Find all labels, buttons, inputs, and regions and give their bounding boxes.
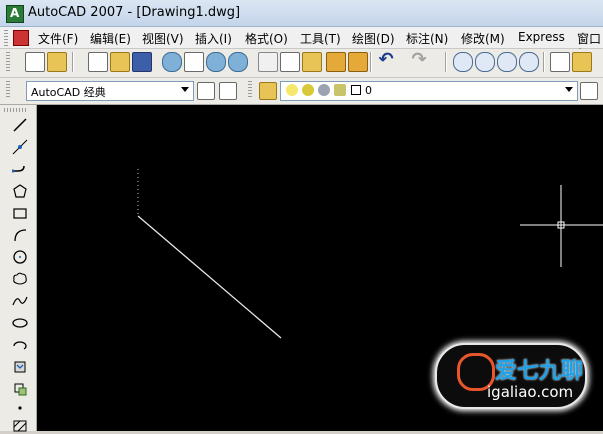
window-title: AutoCAD 2007 - [Drawing1.dwg] bbox=[28, 5, 241, 20]
standard-toolbar-grip[interactable] bbox=[6, 52, 10, 72]
3d-dwf-icon[interactable] bbox=[228, 52, 248, 72]
menubar-grip[interactable] bbox=[4, 30, 8, 46]
menu-modify[interactable]: 修改(M) bbox=[461, 30, 505, 47]
plot-icon[interactable] bbox=[162, 52, 182, 72]
construction-line-icon[interactable] bbox=[12, 139, 28, 155]
workspace-save-icon[interactable] bbox=[219, 82, 237, 100]
make-object-layer-current-icon[interactable] bbox=[580, 82, 598, 100]
workspace-select[interactable]: AutoCAD 经典 bbox=[26, 81, 194, 101]
draw-toolbar-grip[interactable] bbox=[4, 108, 28, 112]
chevron-down-icon bbox=[181, 87, 189, 92]
redo-icon[interactable]: ↷ bbox=[410, 51, 428, 70]
block-editor-icon[interactable] bbox=[348, 52, 368, 72]
undo-icon[interactable]: ↶ bbox=[377, 51, 395, 70]
workspace-settings-icon[interactable] bbox=[197, 82, 215, 100]
menu-tools[interactable]: 工具(T) bbox=[300, 30, 341, 47]
toolbar-separator bbox=[445, 52, 447, 72]
menu-edit[interactable]: 编辑(E) bbox=[90, 30, 131, 47]
watermark-url: igaliao.com bbox=[487, 383, 574, 401]
workspace-toolbar-grip[interactable] bbox=[6, 81, 10, 99]
layer-toolbar-grip[interactable] bbox=[248, 81, 252, 99]
menu-insert[interactable]: 插入(I) bbox=[195, 30, 232, 47]
new-icon[interactable] bbox=[88, 52, 108, 72]
plot-preview-icon[interactable] bbox=[184, 52, 204, 72]
publish-icon[interactable] bbox=[206, 52, 226, 72]
layer-thaw-sun-icon bbox=[302, 84, 314, 96]
hatch-icon[interactable] bbox=[12, 418, 28, 434]
copy-icon[interactable] bbox=[280, 52, 300, 72]
properties-icon[interactable] bbox=[550, 52, 570, 72]
sheet-set-icon[interactable] bbox=[25, 52, 45, 72]
line-icon[interactable] bbox=[12, 117, 28, 133]
polygon-icon[interactable] bbox=[12, 183, 28, 199]
ellipse-arc-icon[interactable] bbox=[12, 337, 28, 353]
open-icon[interactable] bbox=[110, 52, 130, 72]
match-properties-icon[interactable] bbox=[326, 52, 346, 72]
workspace-select-value: AutoCAD 经典 bbox=[31, 86, 106, 99]
menu-express[interactable]: Express bbox=[518, 30, 565, 44]
save-icon[interactable] bbox=[132, 52, 152, 72]
layer-on-bulb-icon bbox=[286, 84, 298, 96]
make-block-icon[interactable] bbox=[12, 381, 28, 397]
layer-manager-icon[interactable] bbox=[259, 82, 277, 100]
layer-lock-icon bbox=[334, 84, 346, 96]
polyline-icon[interactable] bbox=[12, 161, 28, 177]
drawn-line-segment[interactable] bbox=[137, 215, 282, 339]
design-center-icon[interactable] bbox=[572, 52, 592, 72]
point-icon[interactable] bbox=[12, 400, 28, 416]
chevron-down-icon bbox=[565, 87, 573, 92]
toolbar-separator bbox=[543, 52, 545, 72]
document-menu-icon[interactable] bbox=[13, 30, 29, 46]
tool-palette-icon[interactable] bbox=[47, 52, 67, 72]
cut-icon[interactable] bbox=[258, 52, 278, 72]
revision-cloud-icon[interactable] bbox=[12, 271, 28, 287]
autocad-app-icon[interactable] bbox=[6, 5, 24, 23]
layer-viewport-icon bbox=[318, 84, 330, 96]
drawing-canvas[interactable]: 爱七九聊 igaliao.com bbox=[37, 105, 603, 431]
menu-draw[interactable]: 绘图(D) bbox=[352, 30, 395, 47]
site-watermark: 爱七九聊 igaliao.com bbox=[435, 343, 587, 409]
toolbar-separator bbox=[72, 52, 74, 72]
arc-icon[interactable] bbox=[12, 227, 28, 243]
pan-icon[interactable] bbox=[453, 52, 473, 72]
title-bar: AutoCAD 2007 - [Drawing1.dwg] bbox=[0, 0, 603, 27]
watermark-brand: 爱七九聊 bbox=[495, 359, 584, 384]
current-layer-name: 0 bbox=[365, 84, 372, 97]
layer-color-swatch-icon bbox=[351, 85, 361, 95]
paste-icon[interactable] bbox=[302, 52, 322, 72]
layer-select[interactable]: 0 bbox=[280, 81, 578, 101]
zoom-window-icon[interactable] bbox=[497, 52, 517, 72]
menu-dimension[interactable]: 标注(N) bbox=[406, 30, 448, 47]
menu-format[interactable]: 格式(O) bbox=[245, 30, 288, 47]
toolbar-separator bbox=[370, 52, 372, 72]
menu-view[interactable]: 视图(V) bbox=[142, 30, 184, 47]
zoom-previous-icon[interactable] bbox=[519, 52, 539, 72]
insert-block-icon[interactable] bbox=[12, 359, 28, 375]
menu-file[interactable]: 文件(F) bbox=[38, 30, 78, 47]
zoom-realtime-icon[interactable] bbox=[475, 52, 495, 72]
rectangle-icon[interactable] bbox=[12, 205, 28, 221]
circle-icon[interactable] bbox=[12, 249, 28, 265]
ellipse-icon[interactable] bbox=[12, 315, 28, 331]
spline-icon[interactable] bbox=[12, 293, 28, 309]
